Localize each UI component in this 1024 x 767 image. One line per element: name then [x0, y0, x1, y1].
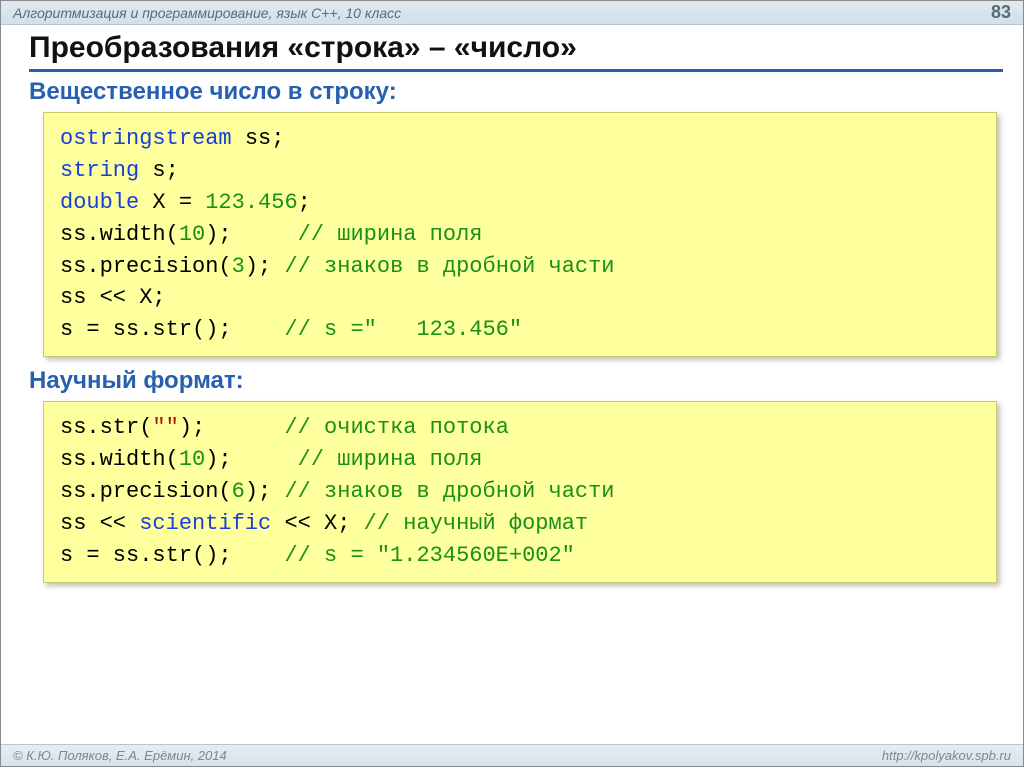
url-label: http://kpolyakov.spb.ru [882, 748, 1011, 763]
code-text: s = ss.str(); [60, 317, 284, 342]
code-text: ss.precision( [60, 254, 232, 279]
code-text: X = [139, 190, 205, 215]
code-comment: // ширина поля [298, 447, 483, 472]
code-number: 3 [232, 254, 245, 279]
code-text: ss.width( [60, 222, 179, 247]
code-comment: // s = "1.234560E+002" [284, 543, 574, 568]
code-comment: // знаков в дробной части [284, 479, 614, 504]
code-number: 10 [179, 447, 205, 472]
code-text: ); [179, 415, 285, 440]
code-text: ss.precision( [60, 479, 232, 504]
code-keyword: scientific [139, 511, 271, 536]
code-text: ; [298, 190, 311, 215]
copyright-label: © К.Ю. Поляков, Е.А. Ерёмин, 2014 [13, 748, 227, 763]
code-comment: // знаков в дробной части [284, 254, 614, 279]
code-text: ); [205, 447, 297, 472]
code-text: ); [245, 479, 285, 504]
code-number: 123.456 [205, 190, 297, 215]
code-text: ss << [60, 511, 139, 536]
code-keyword: double [60, 190, 139, 215]
code-text: ); [245, 254, 285, 279]
section2-heading: Научный формат: [29, 367, 1003, 395]
slide-header: Алгоритмизация и программирование, язык … [1, 1, 1023, 25]
code-keyword: ostringstream [60, 126, 232, 151]
code-text: ss; [232, 126, 285, 151]
code-block-2: ss.str(""); // очистка потока ss.width(1… [43, 401, 997, 582]
code-number: 6 [232, 479, 245, 504]
code-comment: // ширина поля [298, 222, 483, 247]
code-comment: // очистка потока [284, 415, 508, 440]
code-text: ss << X; [60, 285, 166, 310]
code-text: s = ss.str(); [60, 543, 284, 568]
section1-heading: Вещественное число в строку: [29, 78, 1003, 106]
code-text: s; [139, 158, 179, 183]
code-text: ss.width( [60, 447, 179, 472]
code-keyword: string [60, 158, 139, 183]
code-string: "" [152, 415, 178, 440]
code-comment: // s =" 123.456" [284, 317, 522, 342]
page-title: Преобразования «строка» – «число» [29, 31, 1003, 72]
slide-content: Преобразования «строка» – «число» Вещест… [1, 25, 1023, 744]
code-text: ss.str( [60, 415, 152, 440]
page-number: 83 [991, 2, 1011, 23]
code-text: ); [205, 222, 297, 247]
code-number: 10 [179, 222, 205, 247]
code-text: << X; [271, 511, 363, 536]
code-comment: // научный формат [364, 511, 588, 536]
code-block-1: ostringstream ss; string s; double X = 1… [43, 112, 997, 357]
course-label: Алгоритмизация и программирование, язык … [13, 5, 401, 21]
slide-footer: © К.Ю. Поляков, Е.А. Ерёмин, 2014 http:/… [1, 744, 1023, 766]
